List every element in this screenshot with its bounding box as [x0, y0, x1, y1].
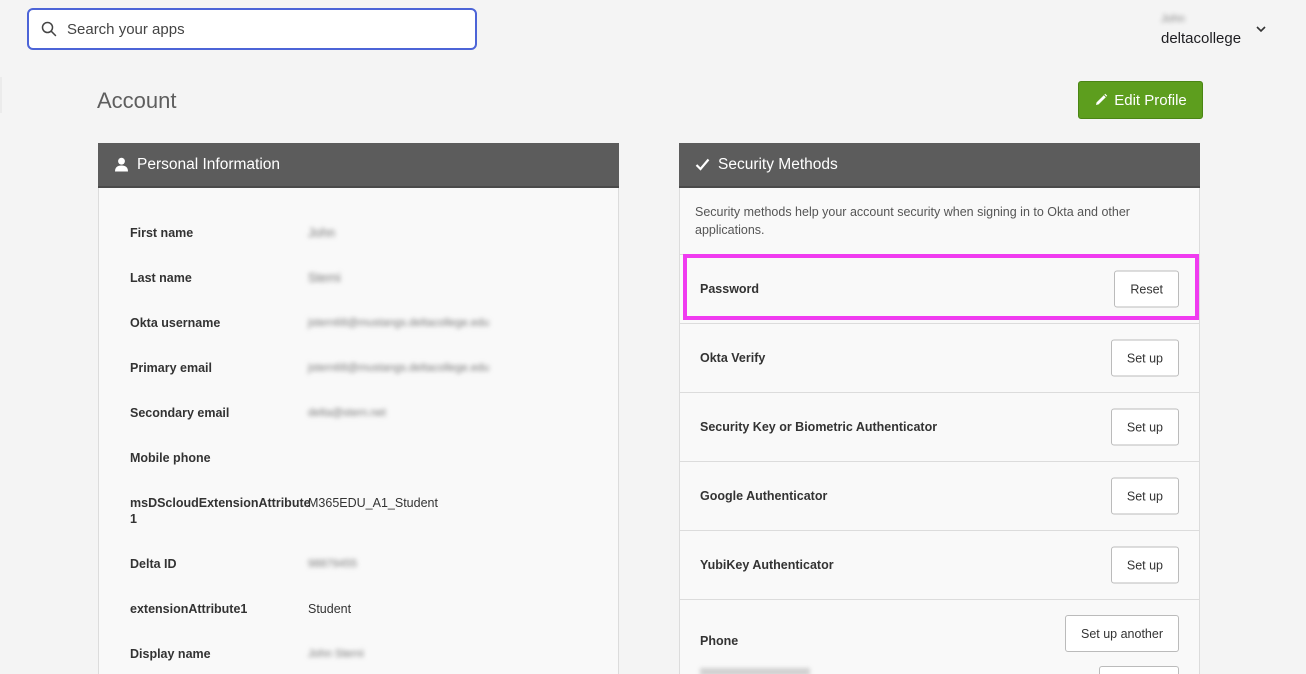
person-icon: [115, 157, 128, 172]
security-method-label: Google Authenticator: [700, 489, 828, 503]
edit-profile-button[interactable]: Edit Profile: [1078, 81, 1203, 119]
setup-okta-verify-button[interactable]: Set up: [1110, 339, 1179, 377]
info-value: John Sterni: [308, 648, 364, 660]
personal-information-header: Personal Information: [98, 143, 619, 188]
security-row-security-key: Security Key or Biometric Authenticator …: [680, 392, 1199, 461]
info-label: Mobile phone: [130, 451, 211, 465]
info-label: Delta ID: [130, 557, 177, 571]
security-row-yubikey: YubiKey Authenticator Set up: [680, 530, 1199, 599]
info-row-last-name: Last name Sterni: [130, 270, 341, 286]
info-value: delta@stern.net: [308, 407, 386, 419]
security-row-google-authenticator: Google Authenticator Set up: [680, 461, 1199, 530]
info-label: Last name: [130, 271, 192, 285]
reset-password-button[interactable]: Reset: [1114, 270, 1179, 308]
pencil-icon: [1096, 93, 1108, 105]
page-title: Account: [97, 88, 177, 113]
info-row-okta-username: Okta username jstern68@mustangs.deltacol…: [130, 315, 489, 331]
info-value: Student: [308, 602, 352, 616]
info-label: Okta username: [130, 316, 221, 330]
setup-yubikey-button[interactable]: Set up: [1110, 546, 1179, 584]
security-method-label: YubiKey Authenticator: [700, 558, 834, 572]
info-value: jstern68@mustangs.deltacollege.edu: [308, 362, 490, 374]
security-method-label: Okta Verify: [700, 351, 766, 365]
security-methods-description: Security methods help your account secur…: [695, 205, 1130, 237]
info-row-secondary-email: Secondary email delta@stern.net: [130, 405, 386, 421]
personal-information-panel: Personal Information First name John Las…: [98, 143, 619, 674]
security-row-okta-verify: Okta Verify Set up: [680, 323, 1199, 392]
setup-google-authenticator-button[interactable]: Set up: [1110, 477, 1179, 515]
info-row-msds-cloud-extension: msDScloudExtensionAttribute 1 M365EDU_A1…: [130, 495, 438, 527]
security-method-label: Password: [700, 282, 760, 296]
info-label: msDScloudExtensionAttribute 1: [130, 496, 311, 526]
info-row-delta-id: Delta ID 98879455: [130, 556, 357, 572]
security-methods-header: Security Methods: [679, 143, 1200, 188]
info-row-primary-email: Primary email jstern68@mustangs.deltacol…: [130, 360, 489, 376]
personal-information-title: Personal Information: [137, 155, 281, 173]
search-input[interactable]: [67, 20, 475, 38]
info-value: Sterni: [308, 271, 341, 285]
info-row-first-name: First name John: [130, 225, 335, 241]
phone-number-masked: [700, 668, 810, 674]
info-label: Primary email: [130, 361, 212, 375]
side-edge: [0, 77, 2, 113]
edit-profile-label: Edit Profile: [1114, 91, 1187, 109]
phone-remove-button[interactable]: [1099, 666, 1179, 674]
user-first-name: John: [1161, 13, 1185, 25]
info-label: Display name: [130, 647, 211, 661]
user-menu[interactable]: John deltacollege: [1161, 12, 1271, 48]
chevron-down-icon[interactable]: [1255, 23, 1267, 35]
info-value: M365EDU_A1_Student: [308, 496, 438, 510]
info-label: Secondary email: [130, 406, 230, 420]
info-row-extension-attribute1: extensionAttribute1 Student: [130, 601, 351, 617]
search-box[interactable]: [27, 8, 477, 50]
security-method-label: Phone: [700, 634, 739, 648]
checkmark-icon: [695, 158, 710, 171]
security-row-phone: Phone Set up another: [680, 599, 1199, 674]
info-row-mobile-phone: Mobile phone: [130, 450, 308, 466]
security-row-password: Password Reset: [680, 254, 1199, 323]
info-value: jstern68@mustangs.deltacollege.edu: [308, 317, 490, 329]
security-methods-title: Security Methods: [718, 155, 838, 173]
info-value: John: [308, 226, 336, 240]
info-row-display-name: Display name John Sterni: [130, 646, 364, 662]
info-label: extensionAttribute1: [130, 602, 248, 616]
info-label: First name: [130, 226, 194, 240]
info-value: 98879455: [308, 558, 357, 570]
setup-security-key-button[interactable]: Set up: [1110, 408, 1179, 446]
setup-another-phone-button[interactable]: Set up another: [1064, 615, 1179, 652]
security-methods-panel: Security Methods Security methods help y…: [679, 143, 1200, 674]
security-method-label: Security Key or Biometric Authenticator: [700, 420, 938, 434]
user-org-name: deltacollege: [1161, 30, 1242, 47]
search-icon: [41, 21, 57, 37]
